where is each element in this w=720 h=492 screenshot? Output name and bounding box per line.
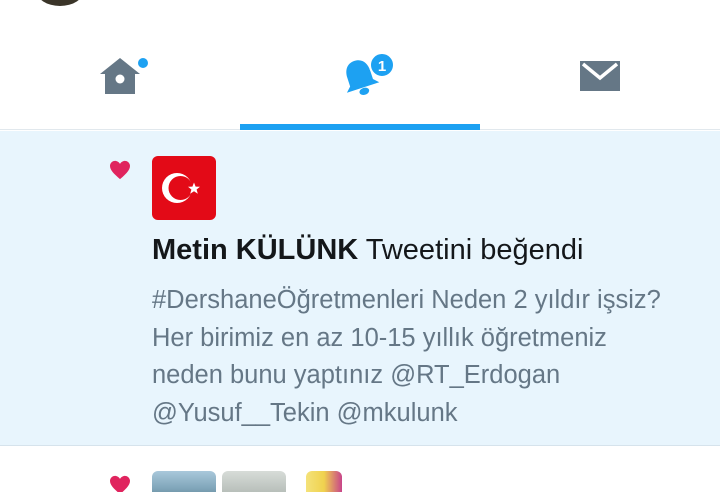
- user-name-link[interactable]: Metin KÜLÜNK: [152, 234, 358, 266]
- home-new-dot: [138, 58, 148, 68]
- turkish-flag-avatar[interactable]: [152, 156, 216, 220]
- envelope-icon: [576, 52, 624, 100]
- tweet-line: Her birimiz en az 10-15 yıllık öğretmeni…: [152, 323, 607, 352]
- tweet-line: @Yusuf__Tekin @mkulunk: [152, 398, 458, 427]
- active-tab-indicator: [240, 124, 480, 130]
- bell-icon: 1: [336, 52, 395, 100]
- heart-icon: [109, 475, 131, 492]
- notification-headline: Metin KÜLÜNK Tweetini beğendi: [152, 234, 583, 267]
- tab-bar: 1: [0, 22, 720, 130]
- avatar[interactable]: [306, 471, 342, 492]
- tab-notifications[interactable]: 1: [240, 22, 480, 130]
- tweet-line: #DershaneÖğretmenleri Neden 2 yıldır işs…: [152, 286, 661, 314]
- tab-home[interactable]: [0, 22, 240, 130]
- top-strip: [0, 0, 720, 22]
- avatar[interactable]: [152, 471, 216, 492]
- tab-messages[interactable]: [480, 22, 720, 130]
- heart-icon: [109, 160, 131, 185]
- notification-action: Tweetini beğendi: [365, 234, 584, 266]
- avatar[interactable]: [222, 471, 286, 492]
- profile-avatar[interactable]: [36, 0, 84, 6]
- notification-item-2[interactable]: [0, 447, 720, 492]
- tweet-line: neden bunu yaptınız @RT_Erdogan: [152, 361, 561, 389]
- notification-badge: 1: [369, 52, 395, 78]
- tweet-text[interactable]: #DershaneÖğretmenleri Neden 2 yıldır işs…: [152, 282, 712, 432]
- home-icon: [96, 52, 148, 100]
